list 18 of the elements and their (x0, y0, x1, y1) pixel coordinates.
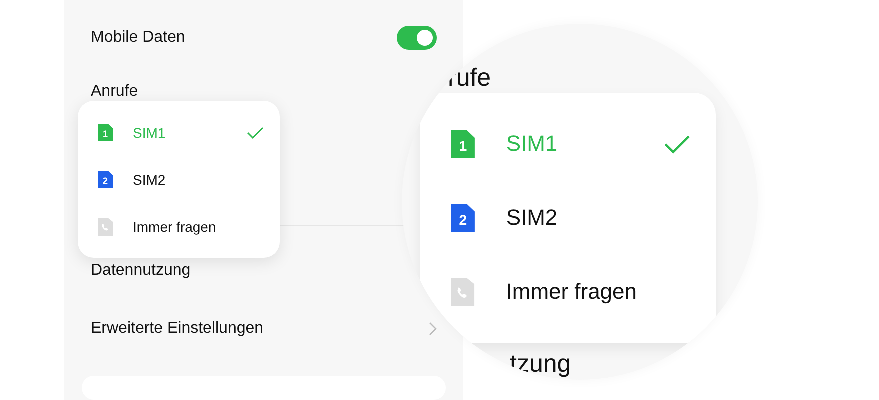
menu-item[interactable]: Immer fragen (133, 218, 264, 234)
toggle-switch[interactable] (397, 26, 437, 50)
setting-label: Erweiterte Einstellungen (91, 320, 264, 338)
menu-item[interactable]: SIM2 (506, 205, 691, 231)
setting-label: Anrufe (91, 83, 138, 101)
menu-item[interactable]: SIM2 (133, 172, 264, 188)
check-icon (664, 134, 691, 154)
check-icon (247, 126, 264, 138)
chevron-right-icon (429, 322, 437, 336)
sim-icon: 2 (98, 170, 113, 188)
phone-card-icon (451, 278, 475, 306)
setting-label: Mobile Daten (91, 29, 186, 47)
sim-icon: 2 (451, 204, 475, 232)
phone-card-icon (98, 218, 113, 236)
sim-icon: 1 (98, 124, 113, 142)
setting-label: Datennutzung (91, 262, 191, 280)
sim-icon: 1 (451, 130, 475, 158)
menu-item[interactable]: Immer fragen (506, 278, 691, 305)
